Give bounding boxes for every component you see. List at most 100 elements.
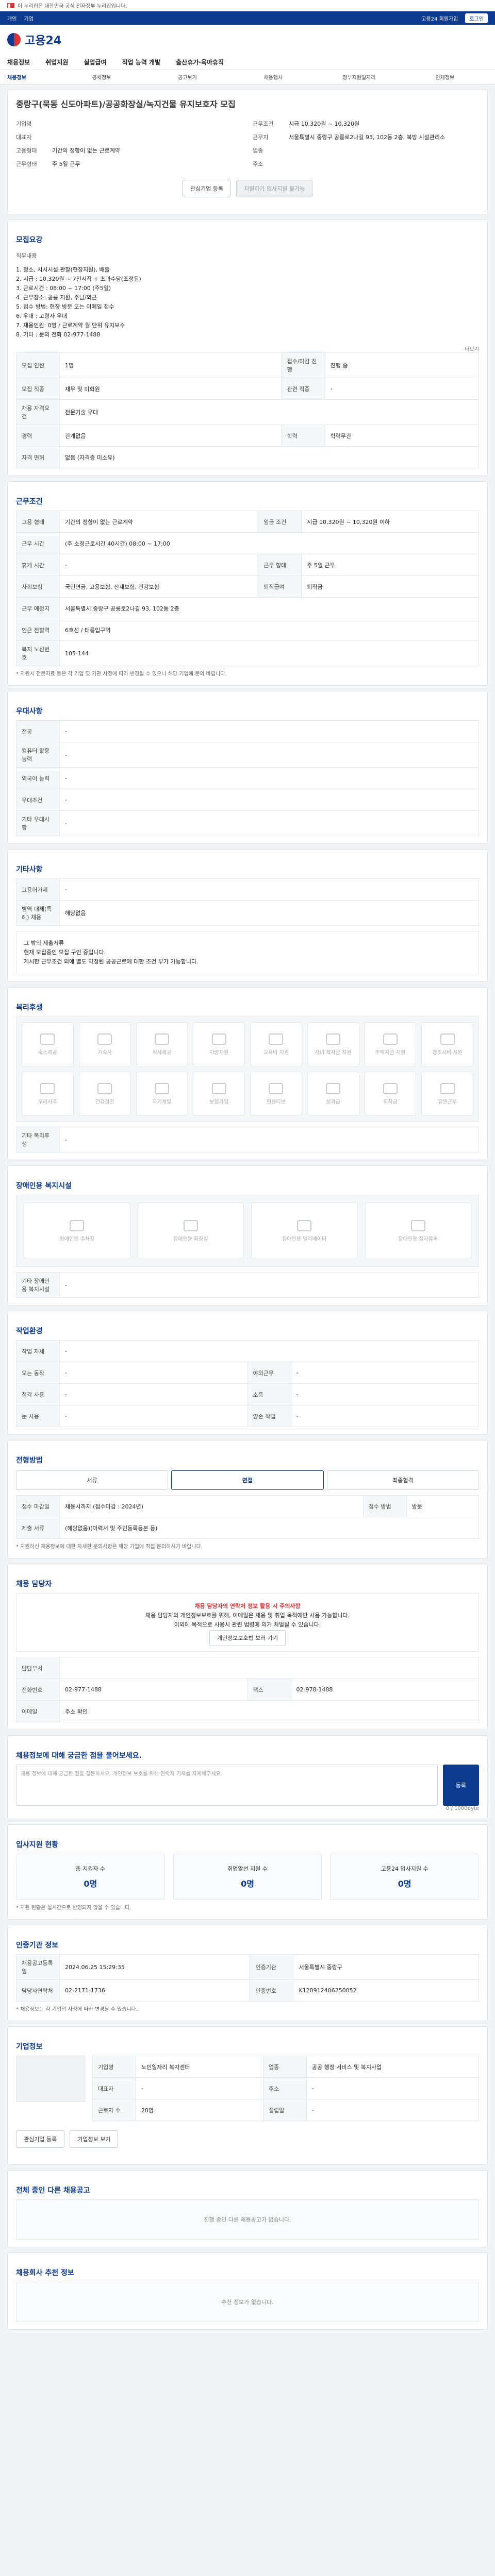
company-name — [52, 120, 242, 128]
label: 청각 사용 — [16, 1383, 60, 1405]
section-title: 모집요강 — [16, 236, 43, 244]
env-table: 작업 자세 - 오는 동작 - 야외근무 - 청각 사용 - 소음 - 눈 사용 - 양손 작업 - — [16, 1340, 479, 1427]
stats-row: 총 지원자 수 0명 취업알선 지원 수 0명 고용24 입사지원 수 0명 — [16, 1854, 480, 1900]
label: 근무 시간 — [16, 532, 60, 554]
lnb-item[interactable]: 인재정보 — [402, 73, 488, 81]
apply-button[interactable]: 지원하기 입사지원 불가능 — [236, 180, 313, 197]
login-button[interactable]: 로그인 — [465, 13, 488, 23]
value: - — [324, 378, 480, 400]
label: 근무 형태 — [258, 554, 302, 576]
value: - — [290, 1405, 479, 1427]
welfare-icon — [326, 1082, 341, 1094]
value: - — [59, 767, 479, 789]
lnb-item[interactable]: 채용정보 — [7, 73, 59, 81]
value: - — [59, 1362, 248, 1384]
value: 시급 10,320원 ~ 10,320원 이하 — [301, 511, 479, 533]
tile-label: 우리사주 — [38, 1099, 57, 1105]
job-title: 중랑구(묵동 신도아파트)/공공화장실/녹지건물 유지보호자 모집 — [16, 99, 236, 109]
value: 방문 — [406, 1495, 480, 1517]
qna-submit-button[interactable]: 등록 — [442, 1765, 479, 1806]
site-logo[interactable]: 고용24 — [25, 31, 61, 48]
warning-text: 이외에 목적으로 사용시 관련 법령에 의거 처벌될 수 있습니다. — [174, 1621, 321, 1628]
tab-company[interactable]: 기업 — [24, 14, 33, 22]
value: - — [59, 810, 479, 836]
gnb-item[interactable]: 채용정보 — [7, 58, 30, 66]
step: 최종합격 — [326, 1470, 479, 1490]
value: 기간의 정함이 없는 근로계약 — [59, 511, 259, 533]
gnb-item[interactable]: 취업지원 — [45, 58, 68, 66]
location: 서울특별시 중랑구 공릉로2나길 93, 102동 2층, 북방 시설관리소 — [289, 134, 446, 141]
fax-value: 02-978-1488 — [290, 1679, 479, 1701]
section-title: 인증기관 정보 — [16, 1941, 59, 1950]
welfare-tile: 건강검진 — [78, 1072, 131, 1116]
pay: 시급 10,320원 ~ 10,320원 — [289, 121, 360, 127]
value: 서울특별시 중랑구 공릉로2나길 93, 102동 2층 — [59, 597, 479, 619]
gnb-item[interactable]: 직업 능력 개발 — [122, 58, 161, 66]
welfare-icon — [269, 1082, 284, 1094]
label: 양손 작업 — [247, 1405, 291, 1427]
note: * 지원하신 채용정보에 대한 자세한 문의사항은 해당 기업에 직접 문의하시… — [16, 1544, 203, 1550]
label: 관련 직종 — [281, 378, 325, 400]
note: * 채용정보는 각 기업의 사정에 따라 변경될 수 있습니다. — [16, 2007, 138, 2012]
tile-label: 장애인용 점자블록 — [398, 1236, 438, 1242]
value: - — [59, 1383, 248, 1405]
step: 면접 — [171, 1470, 324, 1490]
company-detail-button[interactable]: 기업정보 보기 — [70, 2130, 119, 2148]
lnb-item[interactable]: 공채정보 — [59, 73, 144, 81]
stat-value: 0명 — [398, 1879, 411, 1889]
note: * 지원 현황은 실시간으로 반영되지 않을 수 있습니다. — [16, 1905, 131, 1911]
tile-label: 퇴직금 — [383, 1099, 398, 1105]
gnb-item[interactable]: 실업급여 — [84, 58, 106, 66]
email-value[interactable]: 주소 확인 — [59, 1700, 479, 1722]
lnb-item[interactable]: 공고보기 — [144, 73, 230, 81]
disabled-section: 장애인용 복지시설 장애인용 주차장 장애인용 화장실 장애인용 엘리베이터 장… — [7, 1165, 488, 1306]
value: 국민연금, 고용보험, 산재보험, 건강보험 — [59, 575, 259, 598]
more-link[interactable]: 더보기 — [16, 345, 479, 352]
welfare-tile: 식사제공 — [136, 1022, 188, 1066]
gnb-item[interactable]: 출산휴가·육아휴직 — [176, 58, 224, 66]
label: 채용 자격요건 — [16, 399, 60, 425]
company-logo-placeholder — [16, 2056, 85, 2102]
lnb-item[interactable]: 정부지원일자리 — [316, 73, 402, 81]
tile-label: 자기계발 — [152, 1099, 172, 1105]
industry — [289, 146, 479, 155]
label: 눈 사용 — [16, 1405, 60, 1427]
favorite-company-button[interactable]: 관심기업 등록 — [182, 180, 231, 197]
signup-link[interactable]: 고용24 회원가입 — [421, 14, 458, 22]
value: 관계없음 — [59, 425, 282, 447]
label: 근무 예정지 — [16, 597, 60, 619]
value: - — [135, 2077, 263, 2099]
welfare-tile: 숙소제공 — [22, 1022, 74, 1066]
label: 직무내용 — [16, 252, 37, 259]
warning-title: 채용 담당자의 연락처 정보 활용 시 주의사항 — [194, 1603, 301, 1609]
lnb-item[interactable]: 채용행사 — [230, 73, 316, 81]
welfare-icon — [211, 1033, 226, 1045]
welfare-tile: 자기계발 — [136, 1072, 188, 1116]
qna-textarea[interactable]: 채용 정보에 대해 궁금한 점을 질문하세요. 개인정보 보호를 위해 연락처 … — [16, 1765, 438, 1806]
company-table: 기업명 노인일자리 복지센터 업종 공공 행정 서비스 및 복지사업 대표자 - 주소 - … — [92, 2056, 480, 2121]
stat-box: 취업알선 지원 수 0명 — [173, 1854, 322, 1900]
tab-personal[interactable]: 개인 — [7, 14, 16, 22]
gov-notice-text: 이 누리집은 대한민국 공식 전자정부 누리집입니다. — [18, 4, 127, 9]
label: 야외근무 — [247, 1362, 291, 1384]
welfare-icon — [383, 1033, 398, 1045]
label: 소음 — [247, 1383, 291, 1405]
meta-table: 채용공고등록일 2024.06.25 15:29:35 인증기관 서울특별시 중랑구 … — [16, 1954, 479, 2002]
section-title: 전형방법 — [16, 1456, 43, 1465]
value: - — [59, 789, 479, 811]
company-section: 기업정보 기업명 노인일자리 복지센터 업종 공공 행정 서비스 및 복지사업 대표자… — [7, 2026, 488, 2165]
disabled-tile: 장애인용 화장실 — [137, 1202, 244, 1259]
label: 오는 동작 — [16, 1362, 60, 1384]
favorite-company-button[interactable]: 관심기업 등록 — [16, 2130, 65, 2148]
label: 제출 서류 — [16, 1517, 60, 1539]
value: - — [59, 1405, 248, 1427]
label: 병역 대체(특례) 채용 — [16, 900, 60, 926]
value: 해당없음 — [59, 900, 479, 926]
welfare-tile: 우리사주 — [22, 1072, 74, 1116]
label: 자격 면허 — [16, 446, 60, 468]
label: 기타 장애인용 복지시설 — [16, 1272, 60, 1298]
process-steps: 서류 면접 최종합격 — [16, 1470, 479, 1490]
tile-label: 유연근무 — [438, 1099, 457, 1105]
process-section: 전형방법 서류 면접 최종합격 접수 마감일 채용시까지 (접수마감 : 2024… — [7, 1440, 488, 1558]
privacy-law-button[interactable]: 개인정보보호법 보러 가기 — [209, 1630, 286, 1646]
